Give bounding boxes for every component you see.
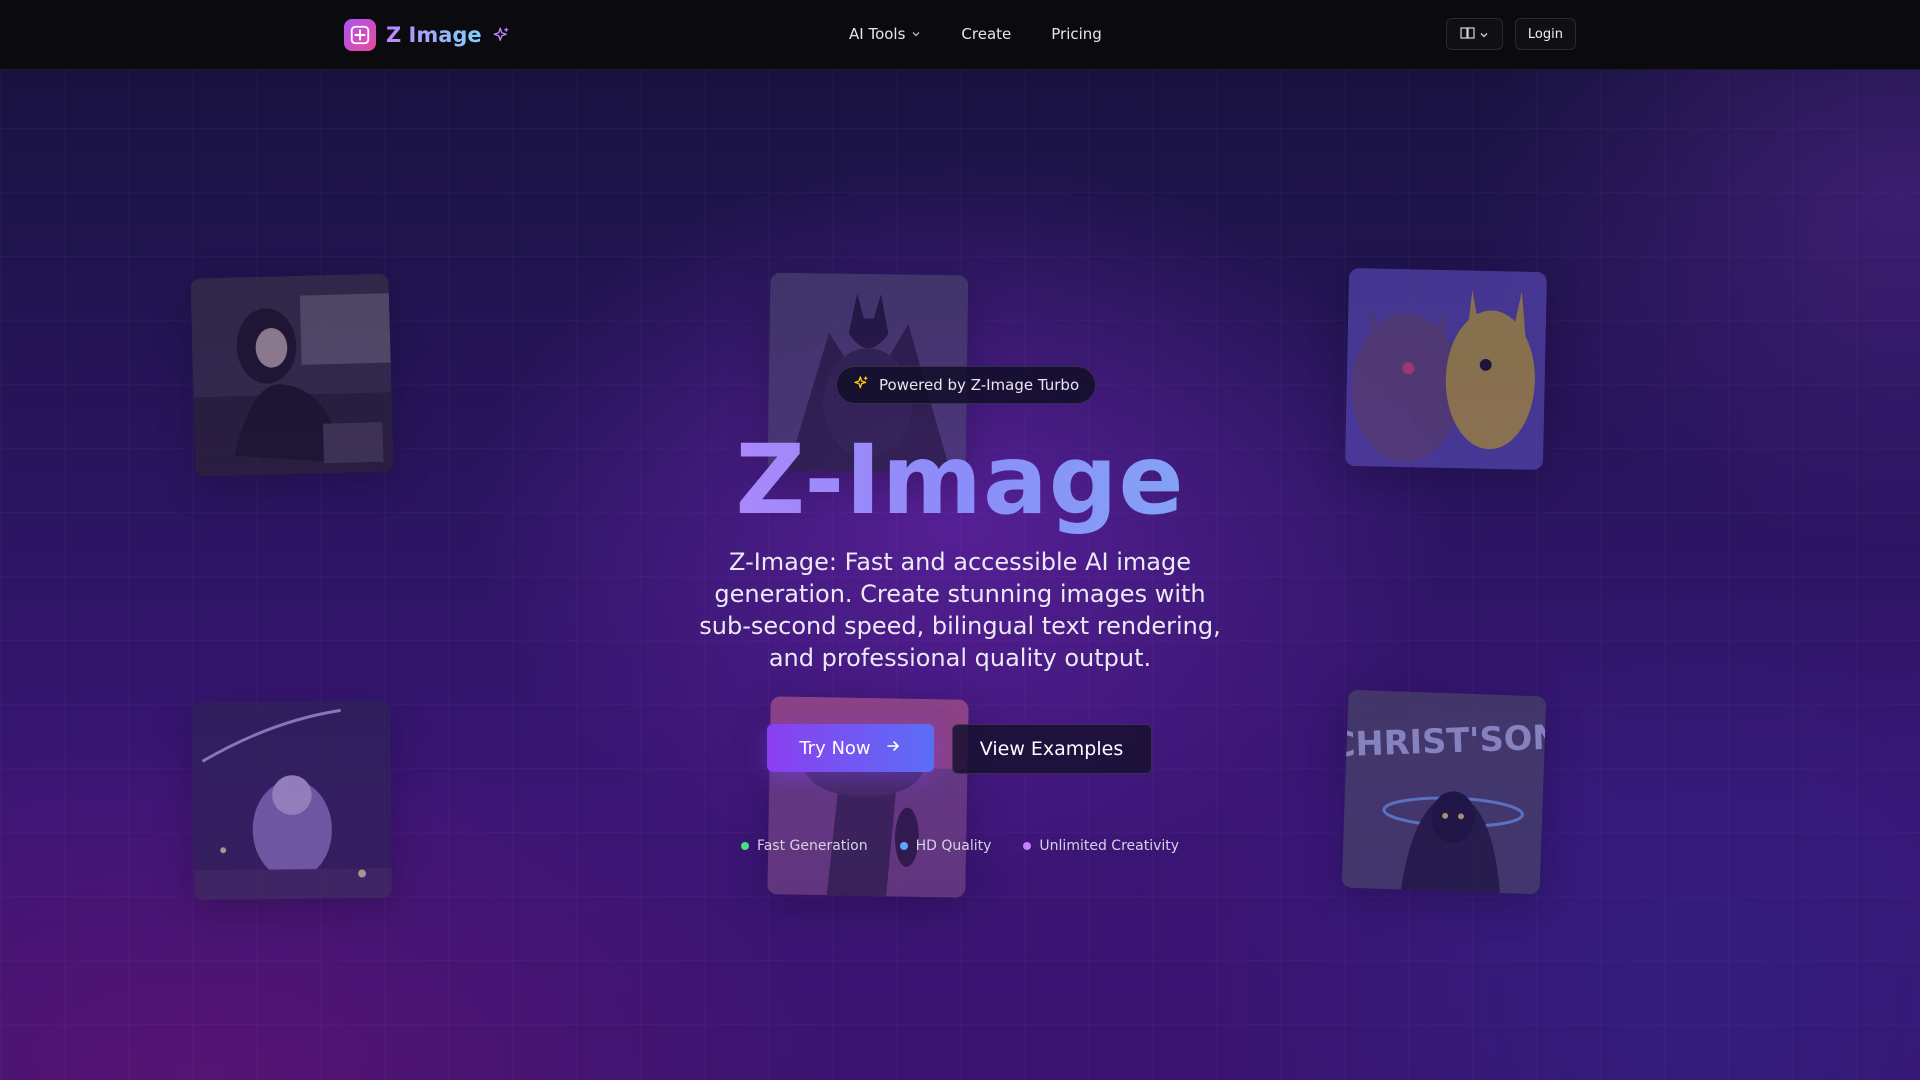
arrow-right-icon <box>885 738 901 759</box>
nav-item-label: Create <box>961 25 1012 43</box>
chevron-down-icon <box>1479 25 1489 44</box>
feature-item-hd-quality: HD Quality <box>899 838 992 854</box>
status-dot-icon <box>740 842 749 850</box>
feature-label: HD Quality <box>915 838 992 854</box>
nav-item-pricing[interactable]: Pricing <box>1051 25 1102 43</box>
feature-item-fast-generation: Fast Generation <box>740 838 868 854</box>
powered-by-badge: Powered by Z-Image Turbo <box>836 366 1097 404</box>
nav-item-label: AI Tools <box>849 25 906 43</box>
site-header: Z Image AI Tools Create Pricing Login <box>0 0 1920 70</box>
sparkle-icon <box>492 26 510 44</box>
gallery-image-christson-graffiti: CHRIST'SON <box>1342 689 1546 895</box>
hero-description: Z-Image: Fast and accessible AI image ge… <box>699 548 1221 672</box>
try-now-label: Try Now <box>799 737 871 759</box>
nav-item-label: Pricing <box>1051 25 1102 43</box>
hero-actions: Try Now View Examples <box>0 724 1920 774</box>
try-now-button[interactable]: Try Now <box>766 724 934 772</box>
feature-list: Fast Generation HD Quality Unlimited Cre… <box>0 838 1920 854</box>
logo-icon <box>344 19 376 51</box>
nav-item-create[interactable]: Create <box>961 25 1011 43</box>
language-icon <box>1460 25 1476 44</box>
feature-label: Unlimited Creativity <box>1039 838 1180 854</box>
status-dot-icon <box>1023 842 1032 850</box>
status-dot-icon <box>899 842 908 850</box>
feature-item-unlimited-creativity: Unlimited Creativity <box>1023 838 1179 854</box>
hero-title: Z-Image <box>0 420 1920 540</box>
header-actions: Login <box>1445 18 1576 50</box>
brand-logo-link[interactable]: Z Image <box>344 18 510 52</box>
chevron-down-icon <box>911 25 921 43</box>
view-examples-button[interactable]: View Examples <box>951 724 1152 774</box>
main-nav: AI Tools Create Pricing <box>849 0 1102 68</box>
badge-label: Powered by Z-Image Turbo <box>879 376 1080 394</box>
sparkle-icon <box>853 375 869 395</box>
language-switcher-button[interactable] <box>1445 18 1503 50</box>
brand-name: Z Image <box>386 23 482 47</box>
feature-label: Fast Generation <box>756 838 868 854</box>
login-button[interactable]: Login <box>1514 18 1576 50</box>
background-grid <box>0 0 1920 1080</box>
nav-item-ai-tools[interactable]: AI Tools <box>849 25 921 43</box>
